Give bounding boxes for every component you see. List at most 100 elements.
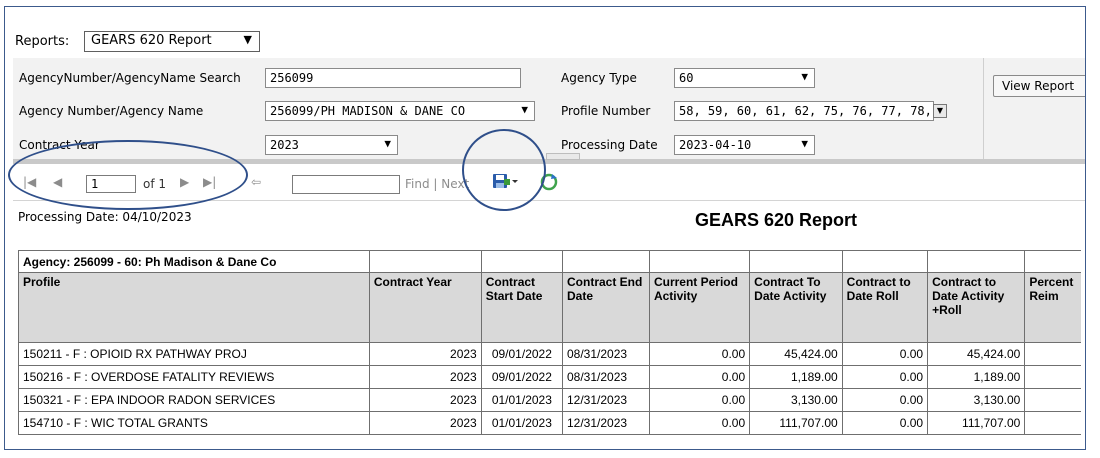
current-period-cell: 0.00 (648, 365, 751, 389)
current-period-cell: 0.00 (648, 342, 751, 366)
table-row: 150216 - F : OVERDOSE FATALITY REVIEWS 2… (18, 365, 1085, 389)
empty-cell (749, 250, 843, 273)
refresh-icon[interactable] (540, 173, 558, 195)
ctd-roll-cell: 0.00 (841, 388, 929, 412)
report-table: Agency: 256099 - 60: Ph Madison & Dane C… (18, 250, 1085, 435)
header-ctd-roll: Contract to Date Roll (841, 272, 929, 343)
panel-divider (983, 58, 984, 159)
current-period-cell: 0.00 (648, 388, 751, 412)
ctd-roll-cell: 0.00 (841, 411, 929, 435)
empty-cell (1024, 250, 1085, 273)
table-row: 150211 - F : OPIOID RX PATHWAY PROJ 2023… (18, 342, 1085, 366)
reports-select[interactable]: GEARS 620 Report ▼ (84, 31, 260, 52)
parameters-panel: AgencyNumber/AgencyName Search 256099 Ag… (13, 58, 1085, 159)
first-page-icon[interactable]: |◀ (23, 175, 36, 189)
empty-cell (368, 250, 482, 273)
reports-select-value: GEARS 620 Report (91, 33, 212, 48)
profile-cell: 154710 - F : WIC TOTAL GRANTS (18, 411, 370, 435)
agency-row: Agency: 256099 - 60: Ph Madison & Dane C… (18, 250, 1085, 273)
report-viewer-window: Reports: GEARS 620 Report ▼ AgencyNumber… (4, 6, 1086, 450)
chevron-down-icon: ▼ (801, 137, 808, 150)
ctd-activity-roll-cell: 1,189.00 (927, 365, 1026, 389)
year-cell: 2023 (368, 365, 482, 389)
back-icon[interactable]: ⇦ (251, 175, 261, 189)
profile-number-label: Profile Number (561, 104, 651, 118)
percent-cell (1024, 411, 1085, 435)
end-date-cell: 08/31/2023 (562, 365, 650, 389)
current-period-cell: 0.00 (648, 411, 751, 435)
profile-cell: 150321 - F : EPA INDOOR RADON SERVICES (18, 388, 370, 412)
page-number-input[interactable]: 1 (86, 175, 136, 193)
agency-select[interactable]: 256099/PH MADISON & DANE CO ▼ (265, 101, 535, 121)
agency-type-select[interactable]: 60 ▼ (674, 68, 815, 88)
processing-date-label: Processing Date (561, 138, 658, 152)
ctd-activity-cell: 3,130.00 (749, 388, 843, 412)
find-input[interactable] (292, 175, 400, 194)
header-percent-reim: Percent Reim (1024, 272, 1085, 343)
ctd-activity-roll-cell: 3,130.00 (927, 388, 1026, 412)
end-date-cell: 12/31/2023 (562, 411, 650, 435)
header-start-date: Contract Start Date (480, 272, 564, 343)
profile-cell: 150211 - F : OPIOID RX PATHWAY PROJ (18, 342, 370, 366)
profile-cell: 150216 - F : OVERDOSE FATALITY REVIEWS (18, 365, 370, 389)
header-profile: Profile (18, 272, 370, 343)
find-controls: Find | Next (405, 177, 469, 191)
contract-year-select[interactable]: 2023 ▼ (265, 135, 398, 155)
find-separator: | (433, 177, 438, 191)
year-cell: 2023 (368, 388, 482, 412)
ctd-roll-cell: 0.00 (841, 365, 929, 389)
search-label: AgencyNumber/AgencyName Search (19, 71, 241, 85)
viewport-edge (1081, 202, 1085, 449)
processing-date-text: Processing Date: 04/10/2023 (18, 210, 192, 224)
agency-type-label: Agency Type (561, 71, 637, 85)
next-link[interactable]: Next (441, 177, 469, 191)
chevron-down-icon: ▼ (384, 137, 391, 150)
table-row: 150321 - F : EPA INDOOR RADON SERVICES 2… (18, 388, 1085, 412)
percent-cell (1024, 365, 1085, 389)
find-link[interactable]: Find (405, 177, 430, 191)
save-disk-icon[interactable] (492, 172, 518, 196)
agency-select-value: 256099/PH MADISON & DANE CO (270, 104, 466, 118)
end-date-cell: 12/31/2023 (562, 388, 650, 412)
year-cell: 2023 (368, 342, 482, 366)
processing-date-select[interactable]: 2023-04-10 ▼ (674, 135, 815, 155)
end-date-cell: 08/31/2023 (562, 342, 650, 366)
empty-cell (480, 250, 564, 273)
percent-cell (1024, 342, 1085, 366)
empty-cell (841, 250, 929, 273)
percent-cell (1024, 388, 1085, 412)
ctd-activity-roll-cell: 45,424.00 (927, 342, 1026, 366)
header-row: Profile Contract Year Contract Start Dat… (18, 272, 1085, 343)
chevron-down-icon: ▼ (801, 70, 808, 83)
ctd-activity-cell: 1,189.00 (749, 365, 843, 389)
table-row: 154710 - F : WIC TOTAL GRANTS 2023 01/01… (18, 411, 1085, 435)
chevron-down-icon[interactable]: ▼ (933, 104, 947, 118)
empty-cell (562, 250, 650, 273)
report-toolbar: |◀ ◀ 1 of 1 ▶ ▶| ⇦ Find | Next (13, 165, 1085, 201)
processing-date-value: 2023-04-10 (679, 138, 752, 152)
view-report-button[interactable]: View Report (993, 75, 1085, 97)
last-page-icon[interactable]: ▶| (203, 175, 216, 189)
prev-page-icon[interactable]: ◀ (53, 175, 62, 189)
header-ctd-activity: Contract To Date Activity (749, 272, 843, 343)
header-end-date: Contract End Date (562, 272, 650, 343)
header-ctd-activity-roll: Contract to Date Activity +Roll (927, 272, 1026, 343)
collapse-handle[interactable] (546, 153, 580, 160)
agency-cell: Agency: 256099 - 60: Ph Madison & Dane C… (18, 250, 370, 273)
start-date-cell: 01/01/2023 (480, 411, 564, 435)
start-date-cell: 09/01/2022 (480, 365, 564, 389)
start-date-cell: 01/01/2023 (480, 388, 564, 412)
header-current-period: Current Period Activity (648, 272, 751, 343)
chevron-down-icon: ▼ (521, 103, 528, 116)
reports-label: Reports: (15, 34, 70, 49)
page-count: of 1 (143, 177, 167, 191)
ctd-activity-roll-cell: 111,707.00 (927, 411, 1026, 435)
profile-number-input[interactable]: 58, 59, 60, 61, 62, 75, 76, 77, 78, 7 (674, 101, 934, 121)
ctd-roll-cell: 0.00 (841, 342, 929, 366)
next-page-icon[interactable]: ▶ (180, 175, 189, 189)
agency-search-input[interactable]: 256099 (265, 68, 521, 88)
agency-type-value: 60 (679, 71, 694, 85)
agency-label: Agency Number/Agency Name (19, 104, 204, 118)
empty-cell (648, 250, 751, 273)
contract-year-value: 2023 (270, 138, 299, 152)
